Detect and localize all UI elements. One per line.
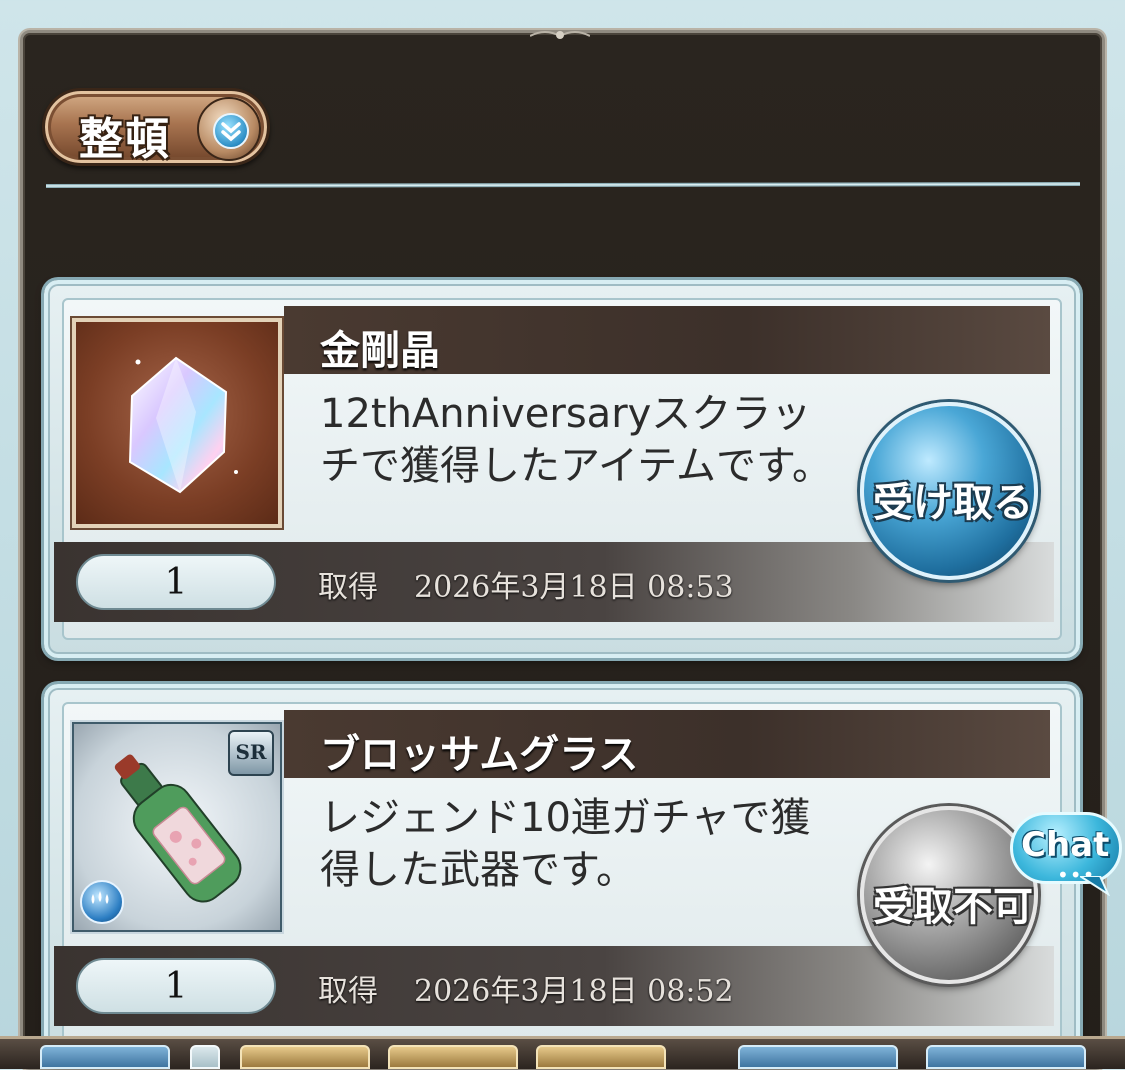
sort-label: 整頓	[79, 114, 171, 165]
top-ornament	[530, 31, 590, 39]
quantity-badge: 1	[76, 958, 276, 1014]
chat-label: Chat	[1021, 825, 1110, 865]
bottom-nav	[0, 1036, 1125, 1069]
quantity-badge: 1	[76, 554, 276, 610]
chat-button[interactable]: Chat •••	[1010, 812, 1125, 896]
acquired-label: 取得	[318, 570, 378, 605]
nav-button[interactable]	[240, 1045, 370, 1069]
water-element-icon	[80, 880, 124, 924]
item-name: ブロッサムグラス	[320, 732, 639, 778]
item-title-bar: 金剛晶	[284, 306, 1050, 374]
item-description: レジェンド10連ガチャで獲得した武器です。	[320, 795, 811, 893]
nav-separator	[190, 1045, 220, 1069]
nav-button[interactable]	[926, 1045, 1086, 1069]
receive-button-label: 受け取る	[873, 480, 1033, 526]
chat-tail-icon	[1080, 876, 1110, 896]
acquired-label: 取得	[318, 974, 378, 1009]
gift-card: ブロッサムグラス SR レジェンド10連ガチャで獲得した武器です。 1 取得 2…	[44, 684, 1080, 1062]
double-chevron-down-icon	[213, 113, 249, 149]
quantity-value: 1	[164, 562, 188, 603]
nav-button[interactable]	[40, 1045, 170, 1069]
sort-button[interactable]: 整頓	[42, 88, 270, 166]
acquired-date: 2026年3月18日 08:52	[414, 974, 734, 1009]
item-name: 金剛晶	[320, 328, 440, 374]
nav-button[interactable]	[738, 1045, 898, 1069]
gift-card: 金剛晶 12thAnniversaryスクラッチで獲得したアイテムです。 1 取…	[44, 280, 1080, 658]
acquired-date: 2026年3月18日 08:53	[414, 570, 734, 605]
crystal-icon	[128, 356, 238, 494]
nav-button[interactable]	[536, 1045, 666, 1069]
quantity-value: 1	[164, 966, 188, 1007]
rarity-badge: SR	[228, 730, 274, 776]
item-thumbnail	[72, 318, 282, 528]
item-thumbnail: SR	[72, 722, 282, 932]
receive-button[interactable]: 受け取る	[860, 402, 1038, 580]
nav-button[interactable]	[388, 1045, 518, 1069]
item-description: 12thAnniversaryスクラッチで獲得したアイテムです。	[320, 391, 832, 489]
chat-bubble: Chat •••	[1010, 812, 1122, 887]
sort-icon-frame	[197, 97, 261, 161]
section-divider	[46, 182, 1080, 188]
item-title-bar: ブロッサムグラス	[284, 710, 1050, 778]
